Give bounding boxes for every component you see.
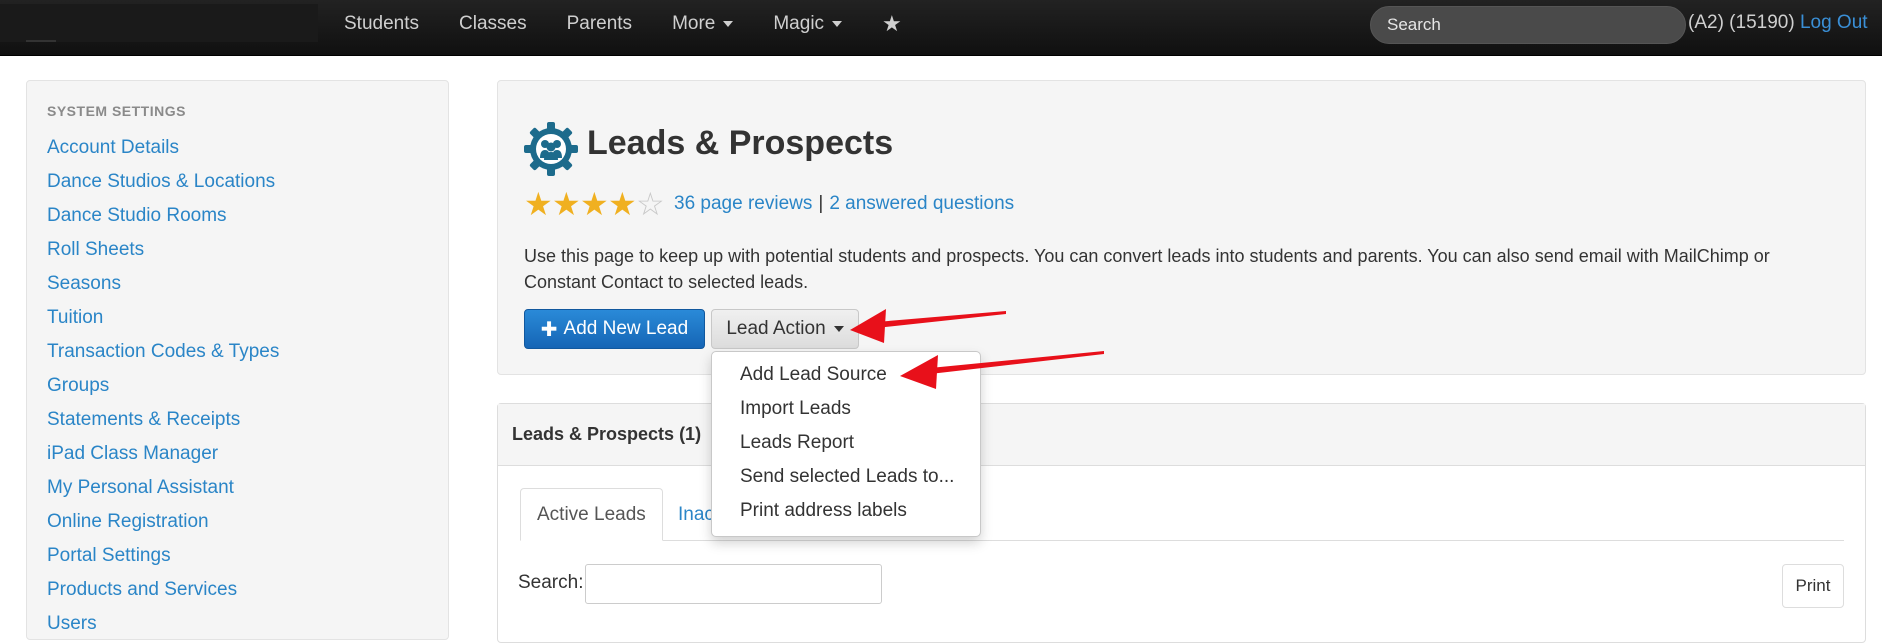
link-separator: | <box>818 193 824 214</box>
lead-action-menu: Add Lead Source Import Leads Leads Repor… <box>711 351 981 537</box>
leads-panel: Leads & Prospects (1) Active Leads Inac … <box>497 403 1866 643</box>
plus-icon: ✚ <box>540 318 558 341</box>
sidebar-item-seasons[interactable]: Seasons <box>47 267 279 301</box>
menu-item-send-selected-leads[interactable]: Send selected Leads to... <box>712 460 980 494</box>
nav-classes-label: Classes <box>459 13 527 34</box>
gear-people-icon <box>524 122 578 176</box>
sidebar-item-ipad-class-manager[interactable]: iPad Class Manager <box>47 437 279 471</box>
lead-action-dropdown-button[interactable]: Lead Action <box>711 309 859 349</box>
chevron-down-icon <box>833 326 844 332</box>
nav-more-dropdown[interactable]: More <box>652 0 753 48</box>
star-filled-icon: ★ <box>524 186 553 222</box>
sidebar-list: Account Details Dance Studios & Location… <box>47 131 279 641</box>
nav-students-label: Students <box>344 13 419 34</box>
sidebar-item-personal-assistant[interactable]: My Personal Assistant <box>47 471 279 505</box>
menu-item-add-lead-source[interactable]: Add Lead Source <box>712 358 980 392</box>
rating-row: ★ ★ ★ ★ ☆ 36 page reviews | 2 answered q… <box>524 188 1014 220</box>
menu-item-leads-report[interactable]: Leads Report <box>712 426 980 460</box>
menu-item-print-address-labels[interactable]: Print address labels <box>712 494 980 528</box>
page-description: Use this page to keep up with potential … <box>524 246 1770 292</box>
sidebar-item-products-services[interactable]: Products and Services <box>47 573 279 607</box>
sidebar-item-transaction-codes[interactable]: Transaction Codes & Types <box>47 335 279 369</box>
sidebar-item-dance-studios-locations[interactable]: Dance Studios & Locations <box>47 165 279 199</box>
sidebar-item-statements-receipts[interactable]: Statements & Receipts <box>47 403 279 437</box>
leads-panel-title: Leads & Prospects (1) <box>512 424 702 444</box>
nav-parents-label: Parents <box>566 13 633 34</box>
nav-magic-dropdown[interactable]: Magic <box>753 0 862 48</box>
nav-more-label: More <box>672 13 716 34</box>
star-filled-icon: ★ <box>580 186 609 222</box>
star-filled-icon: ★ <box>608 186 637 222</box>
logout-link[interactable]: Log Out <box>1800 12 1868 33</box>
print-button[interactable]: Print <box>1782 564 1844 608</box>
sidebar-item-online-registration[interactable]: Online Registration <box>47 505 279 539</box>
sidebar-heading: SYSTEM SETTINGS <box>47 103 186 119</box>
sidebar-item-roll-sheets[interactable]: Roll Sheets <box>47 233 279 267</box>
sidebar-item-groups[interactable]: Groups <box>47 369 279 403</box>
nav-links: Students Classes Parents More Magic ★ <box>324 0 922 48</box>
leads-search-input[interactable] <box>585 564 882 604</box>
tab-active-leads[interactable]: Active Leads <box>520 488 663 541</box>
star-rating[interactable]: ★ ★ ★ ★ ☆ <box>524 186 665 222</box>
nav-parents[interactable]: Parents <box>547 0 652 48</box>
brand-logo[interactable] <box>0 4 318 42</box>
user-area: (A2) (15190) Log Out <box>1688 12 1868 34</box>
settings-sidebar: SYSTEM SETTINGS Account Details Dance St… <box>26 80 449 640</box>
star-icon: ★ <box>882 11 902 36</box>
lead-action-label: Lead Action <box>726 318 826 339</box>
sidebar-item-tuition[interactable]: Tuition <box>47 301 279 335</box>
leads-panel-header: Leads & Prospects (1) <box>498 404 1865 466</box>
user-info: (A2) (15190) <box>1688 12 1795 33</box>
nav-magic-label: Magic <box>773 13 825 34</box>
sidebar-item-account-details[interactable]: Account Details <box>47 131 279 165</box>
add-new-lead-button[interactable]: ✚ Add New Lead <box>524 309 705 349</box>
page-reviews-link[interactable]: 36 page reviews <box>674 193 812 215</box>
search-label: Search: <box>518 572 584 593</box>
chevron-down-icon <box>832 21 843 27</box>
sidebar-item-portal-settings[interactable]: Portal Settings <box>47 539 279 573</box>
chevron-down-icon <box>723 21 734 27</box>
nav-favorites[interactable]: ★ <box>862 0 922 48</box>
answered-questions-link[interactable]: 2 answered questions <box>829 193 1014 215</box>
brand-divider <box>26 40 56 42</box>
global-search-input[interactable] <box>1370 6 1686 44</box>
add-new-lead-label: Add New Lead <box>563 318 689 339</box>
nav-students[interactable]: Students <box>324 0 439 48</box>
sidebar-item-users[interactable]: Users <box>47 607 279 641</box>
nav-classes[interactable]: Classes <box>439 0 547 48</box>
star-filled-icon: ★ <box>552 186 581 222</box>
menu-item-import-leads[interactable]: Import Leads <box>712 392 980 426</box>
page-title: Leads & Prospects <box>587 124 894 162</box>
star-empty-icon: ☆ <box>636 186 665 222</box>
sidebar-item-dance-studio-rooms[interactable]: Dance Studio Rooms <box>47 199 279 233</box>
top-navbar: Students Classes Parents More Magic ★ (A… <box>0 0 1882 56</box>
